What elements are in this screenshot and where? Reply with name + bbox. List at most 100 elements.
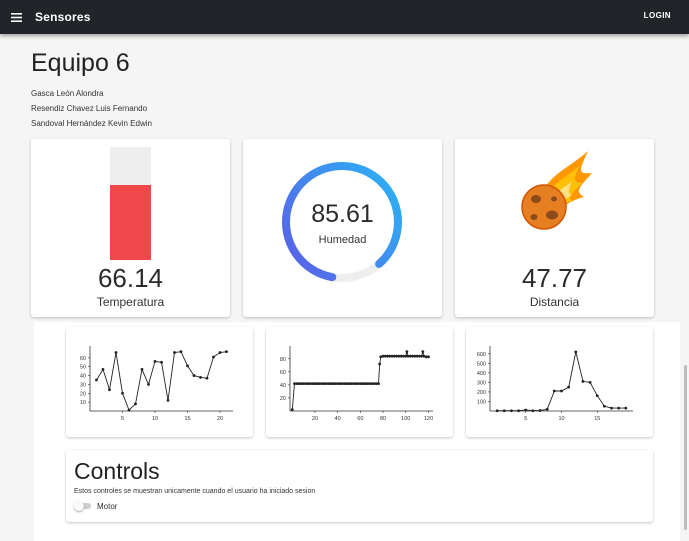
temperature-bar-fill [110,185,151,260]
data-point [588,380,592,384]
data-point [405,350,409,354]
x-tick-label: 40 [335,416,341,422]
data-point [495,409,499,413]
data-point [545,407,549,411]
data-point [186,364,189,368]
y-tick-label: 200 [477,390,486,396]
motor-toggle-knob [74,501,84,511]
page-title: Equipo 6 [31,49,130,77]
data-point [199,375,202,379]
temperature-card: 66.14 Temperatura [31,139,230,317]
data-point [560,389,563,393]
y-tick-label: 20 [80,391,86,397]
distance-label: Distancia [529,295,580,309]
temperature-bar [110,147,151,260]
distance-chart: 5 10 15 100 200 300 400 500 600 [477,346,633,422]
data-point [290,408,294,412]
y-tick-label: 100 [477,399,486,405]
y-tick-label: 50 [80,365,86,371]
humidity-value: 85.61 [311,200,374,228]
data-point [517,409,520,413]
data-point [192,374,196,377]
app-bar: Sensores LOGIN [0,0,689,34]
data-point [427,355,430,359]
data-point [581,380,585,383]
x-tick-label: 15 [184,416,190,422]
x-tick-label: 5 [524,416,527,422]
data-point [552,389,556,393]
data-point [218,351,222,354]
data-point [603,404,606,408]
data-point [179,350,183,354]
data-point [567,385,571,389]
y-tick-label: 20 [280,396,286,402]
data-point [538,409,542,412]
data-point [610,406,613,410]
data-point [153,360,157,363]
data-point [524,408,528,412]
y-tick-label: 60 [280,370,286,376]
x-tick-label: 10 [152,416,158,422]
x-tick-label: 15 [594,416,600,422]
menu-icon-glyph [10,12,22,22]
x-tick-label: 80 [380,416,386,422]
data-point [595,394,599,398]
data-point [205,376,209,380]
motor-toggle[interactable] [74,501,92,511]
y-tick-label: 400 [477,371,486,377]
data-point [212,355,215,359]
x-tick-label: 20 [312,416,318,422]
flaming-meteor-icon [521,151,592,230]
y-tick-label: 300 [477,380,486,386]
x-tick-label: 100 [401,416,410,422]
data-point [127,408,131,412]
series-line [497,351,626,412]
data-point [624,406,628,410]
series-line [96,351,227,411]
temperature-chart-card: 5 10 15 20 10 20 30 40 50 60 [66,327,253,437]
data-point [377,382,380,385]
temperature-value: 66.14 [97,263,164,293]
x-tick-label: 10 [558,416,564,422]
data-point [147,383,150,386]
data-point [121,391,124,395]
humidity-chart: 20 40 60 80 100 120 20 40 60 80 [280,346,433,422]
controls-title: Controls [74,458,160,484]
team-member: Sandoval Hernández Kevin Edwin [31,119,152,128]
temperature-label: Temperatura [96,295,165,309]
y-tick-label: 40 [80,374,86,380]
humidity-card: 85.61 Humedad [243,139,442,317]
data-point [114,351,118,354]
x-tick-label: 60 [357,416,363,422]
app-title: Sensores [35,10,91,24]
data-point [140,367,144,371]
y-tick-label: 10 [80,400,86,406]
data-point [225,350,228,354]
data-point [574,350,578,354]
login-button[interactable]: LOGIN [644,11,671,20]
data-point [166,398,170,402]
humidity-chart-card: 20 40 60 80 100 120 20 40 60 80 [266,327,453,437]
data-point [617,406,621,410]
y-tick-label: 600 [477,352,486,358]
x-tick-label: 20 [217,416,223,422]
x-tick-label: 120 [424,416,433,422]
data-point [421,350,425,354]
data-point [101,367,105,371]
y-tick-label: 40 [280,383,286,389]
team-member: Resendiz Chavez Luis Fernando [31,104,148,113]
y-tick-label: 30 [80,382,86,388]
distance-chart-card: 5 10 15 100 200 300 400 500 600 [466,327,653,437]
data-point [134,402,137,406]
distance-value: 47.77 [521,263,588,293]
data-point [378,362,382,366]
data-point [95,378,98,382]
x-tick-label: 5 [121,416,124,422]
distance-card: 47.77 Distancia [455,139,654,317]
data-point [502,409,506,413]
scrollbar-thumb[interactable] [684,365,687,530]
menu-icon[interactable] [9,10,23,24]
y-tick-label: 500 [477,361,486,367]
temperature-chart: 5 10 15 20 10 20 30 40 50 60 [80,346,233,422]
team-member: Gasca León Alondra [31,89,104,98]
